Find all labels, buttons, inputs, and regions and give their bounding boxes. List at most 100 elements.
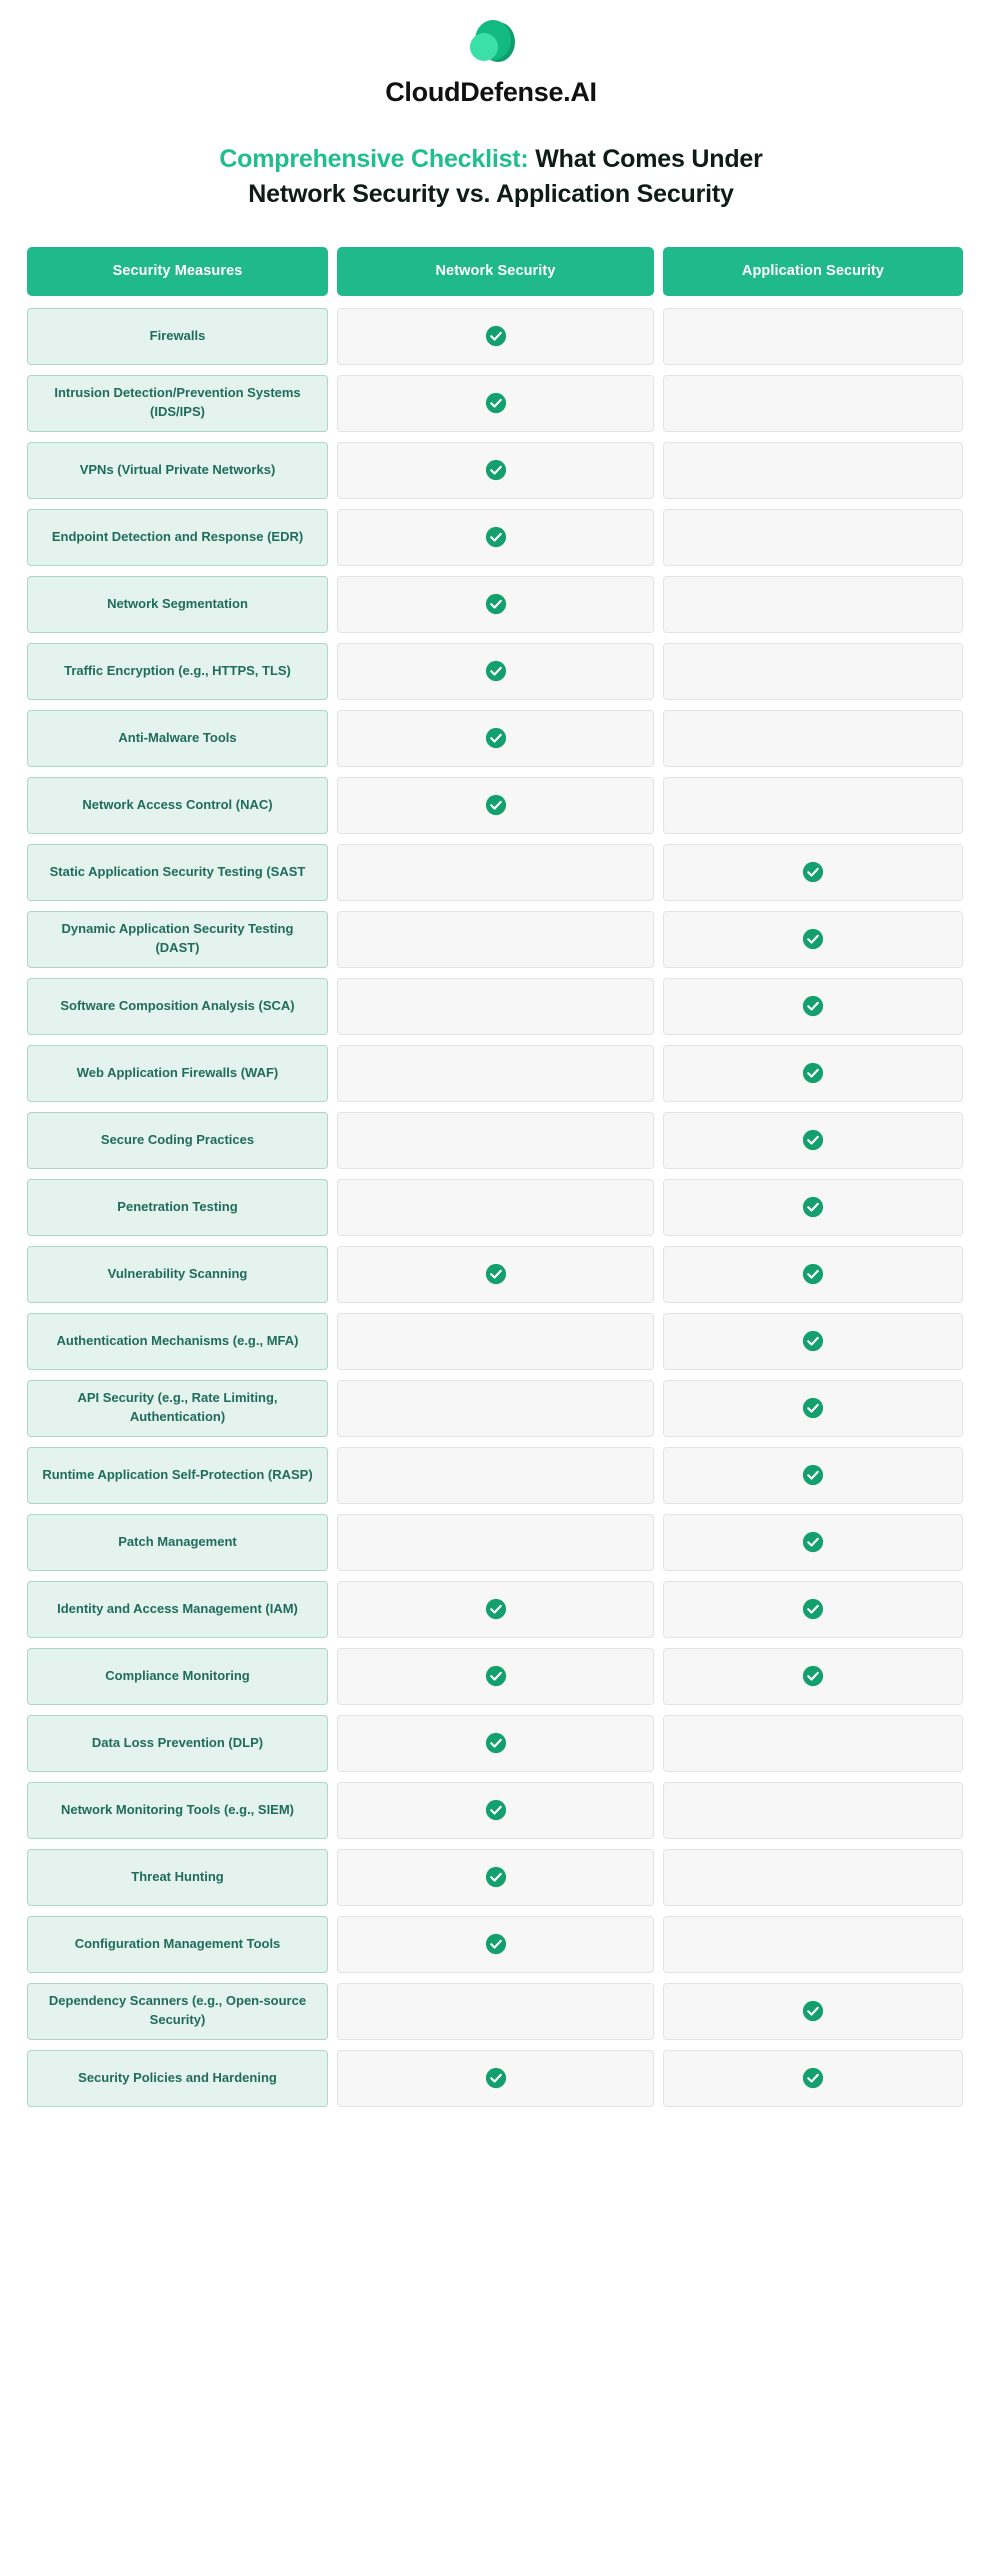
measure-label: Dependency Scanners (e.g., Open-source S… [27,1982,328,2040]
measure-label: API Security (e.g., Rate Limiting, Authe… [27,1379,328,1437]
application-security-cell [663,843,963,901]
measure-label: Network Segmentation [27,575,328,633]
network-security-cell [337,2049,654,2107]
no-mark [485,1397,507,1419]
application-security-cell [663,2049,963,2107]
check-circle-icon [802,995,824,1017]
table-row: Software Composition Analysis (SCA) [27,977,963,1035]
network-security-cell [337,1915,654,1973]
application-security-cell [663,1848,963,1906]
application-security-cell [663,1580,963,1638]
measure-label: Static Application Security Testing (SAS… [27,843,328,901]
application-security-cell [663,575,963,633]
check-circle-icon [485,660,507,682]
network-security-cell [337,441,654,499]
application-security-cell [663,1647,963,1705]
application-security-cell [663,1781,963,1839]
measure-label: Secure Coding Practices [27,1111,328,1169]
page-title: Comprehensive Checklist: What Comes Unde… [0,142,982,213]
check-circle-icon [485,1799,507,1821]
network-security-cell [337,1446,654,1504]
table-row: Network Monitoring Tools (e.g., SIEM) [27,1781,963,1839]
network-security-cell [337,843,654,901]
no-mark [485,1196,507,1218]
application-security-cell [663,977,963,1035]
check-circle-icon [802,1129,824,1151]
column-header-network-security: Network Security [337,246,654,296]
no-mark [485,1531,507,1553]
table-row: Traffic Encryption (e.g., HTTPS, TLS) [27,642,963,700]
check-circle-icon [802,1263,824,1285]
network-security-cell [337,1245,654,1303]
network-security-cell [337,1647,654,1705]
table-row: Firewalls [27,307,963,365]
table-row: Dynamic Application Security Testing (DA… [27,910,963,968]
check-circle-icon [802,1665,824,1687]
table-row: Threat Hunting [27,1848,963,1906]
network-security-cell [337,1848,654,1906]
column-header-application-security: Application Security [663,246,963,296]
measure-label: Endpoint Detection and Response (EDR) [27,508,328,566]
no-mark [485,1062,507,1084]
check-circle-icon [802,1062,824,1084]
no-mark [802,727,824,749]
check-circle-icon [485,325,507,347]
check-circle-icon [485,593,507,615]
application-security-cell [663,1714,963,1772]
application-security-cell [663,374,963,432]
table-row: Identity and Access Management (IAM) [27,1580,963,1638]
no-mark [485,995,507,1017]
application-security-cell [663,1245,963,1303]
no-mark [802,1732,824,1754]
table-row: Security Policies and Hardening [27,2049,963,2107]
application-security-cell [663,1111,963,1169]
title-accent-text: Comprehensive Checklist: [219,144,529,173]
application-security-cell [663,1446,963,1504]
no-mark [802,392,824,414]
table-row: Runtime Application Self-Protection (RAS… [27,1446,963,1504]
measure-label: Traffic Encryption (e.g., HTTPS, TLS) [27,642,328,700]
measure-label: Patch Management [27,1513,328,1571]
check-circle-icon [485,1732,507,1754]
table-row: Intrusion Detection/Prevention Systems (… [27,374,963,432]
network-security-cell [337,508,654,566]
network-security-cell [337,1044,654,1102]
no-mark [802,593,824,615]
application-security-cell [663,709,963,767]
measure-label: Vulnerability Scanning [27,1245,328,1303]
table-row: Vulnerability Scanning [27,1245,963,1303]
no-mark [802,1866,824,1888]
table-row: Patch Management [27,1513,963,1571]
network-security-cell [337,1312,654,1370]
no-mark [485,861,507,883]
table-row: Authentication Mechanisms (e.g., MFA) [27,1312,963,1370]
network-security-cell [337,776,654,834]
brand-header: CloudDefense.AI [0,0,982,108]
table-row: Web Application Firewalls (WAF) [27,1044,963,1102]
application-security-cell [663,1178,963,1236]
table-row: VPNs (Virtual Private Networks) [27,441,963,499]
network-security-cell [337,977,654,1035]
measure-label: Identity and Access Management (IAM) [27,1580,328,1638]
application-security-cell [663,642,963,700]
network-security-cell [337,1178,654,1236]
network-security-cell [337,642,654,700]
measure-label: Web Application Firewalls (WAF) [27,1044,328,1102]
measure-label: Security Policies and Hardening [27,2049,328,2107]
measure-label: Firewalls [27,307,328,365]
measure-label: Network Access Control (NAC) [27,776,328,834]
table-row: Network Segmentation [27,575,963,633]
no-mark [485,1129,507,1151]
check-circle-icon [802,861,824,883]
table-row: Secure Coding Practices [27,1111,963,1169]
application-security-cell [663,1312,963,1370]
application-security-cell [663,441,963,499]
table-row: Penetration Testing [27,1178,963,1236]
no-mark [485,1330,507,1352]
network-security-cell [337,910,654,968]
network-security-cell [337,1982,654,2040]
network-security-cell [337,1513,654,1571]
table-row: Compliance Monitoring [27,1647,963,1705]
network-security-cell [337,1580,654,1638]
check-circle-icon [485,1933,507,1955]
